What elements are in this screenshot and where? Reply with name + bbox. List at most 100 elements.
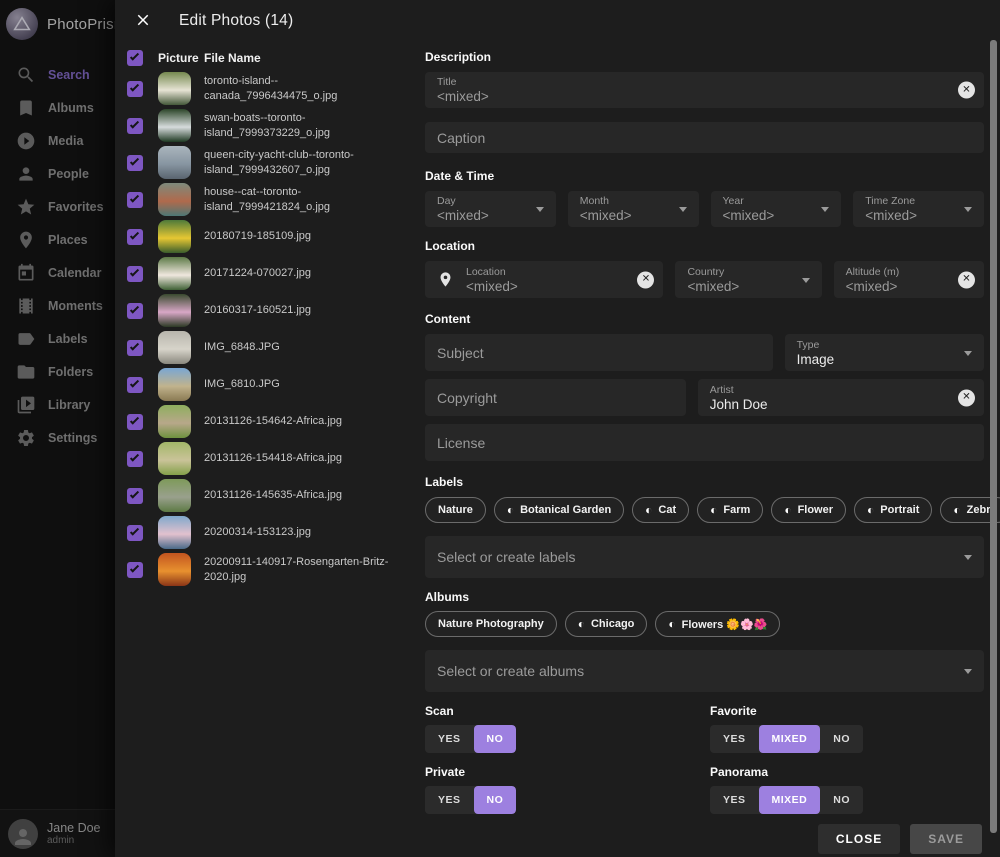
altitude-field[interactable]: Altitude (m) <mixed> ✕ — [834, 261, 984, 298]
save-button[interactable]: SAVE — [910, 824, 982, 854]
clear-icon[interactable]: ✕ — [958, 271, 975, 288]
table-row: toronto-island--canada_7996434475_o.jpg — [127, 70, 419, 107]
copyright-field[interactable]: Copyright — [425, 379, 686, 416]
photo-thumbnail[interactable] — [158, 183, 191, 216]
section-content: Content — [425, 312, 984, 326]
label-chip[interactable]: ◐ Portrait — [854, 497, 932, 523]
sidebar-item[interactable]: Media — [0, 124, 115, 157]
photo-thumbnail[interactable] — [158, 553, 191, 586]
photo-thumbnail[interactable] — [158, 109, 191, 142]
sidebar-item[interactable]: Albums — [0, 91, 115, 124]
close-icon[interactable] — [133, 11, 153, 31]
row-checkbox[interactable] — [127, 377, 143, 393]
sidebar-item[interactable]: Labels — [0, 322, 115, 355]
photo-thumbnail[interactable] — [158, 405, 191, 438]
label-chip[interactable]: ◐ Farm — [697, 497, 763, 523]
datetime-select[interactable]: Day <mixed> — [425, 191, 556, 227]
sidebar-item[interactable]: Moments — [0, 289, 115, 322]
user-panel[interactable]: Jane Doe admin — [0, 809, 115, 857]
albums-select[interactable]: Select or create albums — [425, 650, 984, 692]
location-field[interactable]: Location <mixed> ✕ — [425, 261, 663, 298]
file-name: 20180719-185109.jpg — [204, 229, 404, 244]
label-chip[interactable]: ◐ Botanical Garden — [494, 497, 624, 523]
clear-icon[interactable]: ✕ — [958, 82, 975, 99]
toggle-option[interactable]: YES — [710, 725, 759, 753]
app-root: PhotoPrism Search Albums Media — [0, 0, 1000, 857]
sidebar-item[interactable]: Library — [0, 388, 115, 421]
album-chip[interactable]: Nature Photography — [425, 611, 557, 637]
clear-icon[interactable]: ✕ — [958, 389, 975, 406]
toggle-option[interactable]: YES — [710, 786, 759, 814]
close-button[interactable]: CLOSE — [818, 824, 900, 854]
title-field[interactable]: Title <mixed> ✕ — [425, 72, 984, 108]
caption-field[interactable]: Caption — [425, 122, 984, 153]
toggle-option[interactable]: NO — [474, 786, 517, 814]
label-chip[interactable]: Nature — [425, 497, 486, 523]
brand: PhotoPrism — [0, 0, 115, 42]
photo-thumbnail[interactable] — [158, 442, 191, 475]
country-select[interactable]: Country <mixed> — [675, 261, 821, 298]
chevron-down-icon — [964, 351, 972, 356]
row-checkbox[interactable] — [127, 488, 143, 504]
file-name: toronto-island--canada_7996434475_o.jpg — [204, 74, 404, 104]
label-chip[interactable]: ◐ Cat — [632, 497, 689, 523]
photo-thumbnail[interactable] — [158, 368, 191, 401]
scrollbar[interactable] — [990, 40, 997, 833]
photo-thumbnail[interactable] — [158, 294, 191, 327]
search-icon — [16, 65, 36, 85]
datetime-select[interactable]: Year <mixed> — [711, 191, 842, 227]
row-checkbox[interactable] — [127, 118, 143, 134]
label-chip[interactable]: ◐ Flower — [771, 497, 846, 523]
album-chip[interactable]: ◐ Chicago — [565, 611, 648, 637]
section-labels: Labels — [425, 475, 984, 489]
partial-indicator-icon: ◐ — [710, 504, 717, 516]
row-checkbox[interactable] — [127, 451, 143, 467]
sidebar-item[interactable]: Folders — [0, 355, 115, 388]
sidebar-item[interactable]: Favorites — [0, 190, 115, 223]
subject-field[interactable]: Subject — [425, 334, 773, 371]
photo-thumbnail[interactable] — [158, 479, 191, 512]
avatar[interactable] — [8, 819, 38, 849]
places-icon — [16, 230, 36, 250]
photoprism-logo-icon[interactable] — [6, 8, 38, 40]
row-checkbox[interactable] — [127, 340, 143, 356]
row-checkbox[interactable] — [127, 562, 143, 578]
photo-thumbnail[interactable] — [158, 257, 191, 290]
toggle-option[interactable]: MIXED — [759, 725, 821, 753]
sidebar-item[interactable]: Calendar — [0, 256, 115, 289]
row-checkbox[interactable] — [127, 81, 143, 97]
photo-thumbnail[interactable] — [158, 516, 191, 549]
row-checkbox[interactable] — [127, 303, 143, 319]
row-checkbox[interactable] — [127, 192, 143, 208]
toggle-option[interactable]: NO — [820, 725, 863, 753]
datetime-select[interactable]: Month <mixed> — [568, 191, 699, 227]
row-checkbox[interactable] — [127, 414, 143, 430]
panorama-toggle: YESMIXEDNO — [710, 786, 863, 814]
photo-thumbnail[interactable] — [158, 146, 191, 179]
toggle-option[interactable]: NO — [820, 786, 863, 814]
sidebar-item[interactable]: Search — [0, 58, 115, 91]
sidebar-item[interactable]: Settings — [0, 421, 115, 454]
toggle-option[interactable]: YES — [425, 725, 474, 753]
select-all-checkbox[interactable] — [127, 50, 143, 66]
datetime-select[interactable]: Time Zone <mixed> — [853, 191, 984, 227]
photo-thumbnail[interactable] — [158, 220, 191, 253]
toggle-option[interactable]: MIXED — [759, 786, 821, 814]
clear-icon[interactable]: ✕ — [637, 271, 654, 288]
row-checkbox[interactable] — [127, 155, 143, 171]
row-checkbox[interactable] — [127, 525, 143, 541]
type-select[interactable]: Type Image — [785, 334, 984, 371]
toggle-option[interactable]: NO — [474, 725, 517, 753]
partial-indicator-icon: ◐ — [953, 504, 960, 516]
labels-select[interactable]: Select or create labels — [425, 536, 984, 578]
row-checkbox[interactable] — [127, 229, 143, 245]
sidebar-item[interactable]: Places — [0, 223, 115, 256]
photo-thumbnail[interactable] — [158, 331, 191, 364]
license-field[interactable]: License — [425, 424, 984, 461]
album-chip[interactable]: ◐ Flowers 🌼🌸🌺 — [655, 611, 780, 637]
artist-field[interactable]: Artist John Doe ✕ — [698, 379, 984, 416]
photo-thumbnail[interactable] — [158, 72, 191, 105]
sidebar-item[interactable]: People — [0, 157, 115, 190]
row-checkbox[interactable] — [127, 266, 143, 282]
toggle-option[interactable]: YES — [425, 786, 474, 814]
